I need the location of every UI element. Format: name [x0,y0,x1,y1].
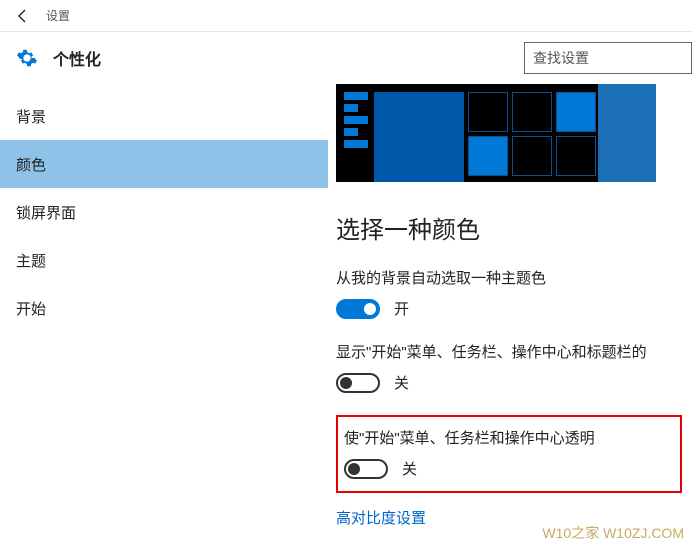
setting-show-accent-surfaces: 显示"开始"菜单、任务栏、操作中心和标题栏的 关 [336,341,692,393]
search-placeholder: 查找设置 [533,48,589,68]
toggle-knob-icon [340,377,352,389]
toggle-knob-icon [364,303,376,315]
sidebar: 背景 颜色 锁屏界面 主题 开始 [0,84,328,548]
color-preview [336,84,656,182]
titlebar: 设置 [0,0,692,32]
toggle-state: 开 [394,298,409,319]
back-arrow-icon [15,8,31,24]
back-button[interactable] [0,0,46,32]
setting-label: 显示"开始"菜单、任务栏、操作中心和标题栏的 [336,341,692,362]
highlight-annotation: 使"开始"菜单、任务栏和操作中心透明 关 [336,415,682,493]
toggle-state: 关 [394,372,409,393]
preview-tile-icon [374,92,464,182]
sidebar-item-label: 颜色 [16,154,46,175]
sidebar-item-colors[interactable]: 颜色 [0,140,328,188]
setting-transparency: 使"开始"菜单、任务栏和操作中心透明 关 [344,427,674,479]
setting-auto-accent: 从我的背景自动选取一种主题色 开 [336,267,692,319]
section-heading: 选择一种颜色 [336,210,692,245]
toggle-state: 关 [402,458,417,479]
setting-label: 从我的背景自动选取一种主题色 [336,267,692,288]
content-pane: 选择一种颜色 从我的背景自动选取一种主题色 开 显示"开始"菜单、任务栏、操作中… [328,84,692,548]
search-input[interactable]: 查找设置 [524,42,692,74]
toggle-transparency[interactable] [344,459,388,479]
preview-sidebar-icon [344,92,368,176]
sidebar-item-lockscreen[interactable]: 锁屏界面 [0,188,328,236]
setting-label: 使"开始"菜单、任务栏和操作中心透明 [344,427,674,448]
sidebar-item-themes[interactable]: 主题 [0,236,328,284]
sidebar-item-label: 背景 [16,106,46,127]
preview-desktop-icon [598,84,656,182]
toggle-auto-accent[interactable] [336,299,380,319]
sidebar-item-label: 主题 [16,250,46,271]
gear-icon [15,46,39,70]
sidebar-item-background[interactable]: 背景 [0,92,328,140]
toggle-knob-icon [348,463,360,475]
sidebar-item-label: 锁屏界面 [16,202,76,223]
sidebar-item-start[interactable]: 开始 [0,284,328,332]
toggle-show-accent-surfaces[interactable] [336,373,380,393]
watermark: W10之家 W10ZJ.COM [538,522,688,544]
page-caption: 个性化 [53,46,101,70]
window-title: 设置 [46,7,70,24]
sidebar-item-label: 开始 [16,298,46,319]
